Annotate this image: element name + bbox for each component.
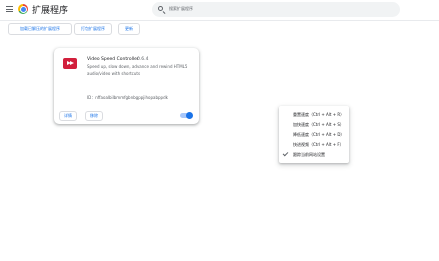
context-menu: 重置速度（Ctrl + Alt + R） 加快速度（Ctrl + Alt + S… (279, 106, 349, 163)
extension-version: 0.6.4 (137, 57, 149, 62)
extension-name: Video Speed Controller (87, 57, 139, 62)
search-input[interactable]: 搜索扩展程序 (152, 2, 400, 17)
menu-item-decrease-speed[interactable]: 降低速度（Ctrl + Alt + D） (279, 129, 349, 139)
search-placeholder: 搜索扩展程序 (169, 6, 193, 11)
load-unpacked-button[interactable]: 加载已解压的扩展程序 (8, 23, 72, 35)
extensions-page: 扩展程序 搜索扩展程序 加载已解压的扩展程序 打包扩展程序 更新 Video S… (0, 0, 439, 261)
header-divider (0, 20, 439, 21)
menu-item-track-site-settings[interactable]: 跟踪当前网站设置 (279, 149, 349, 159)
enable-toggle[interactable] (180, 111, 193, 119)
search-icon (158, 6, 163, 11)
page-title: 扩展程序 (32, 6, 69, 16)
pack-extension-button[interactable]: 打包扩展程序 (74, 23, 112, 35)
checkmark-icon (282, 150, 289, 157)
menu-item-reset-speed[interactable]: 重置速度（Ctrl + Alt + R） (279, 109, 349, 119)
extension-card: Video Speed Controller 0.6.4 Speed up, s… (54, 48, 199, 124)
extension-id: ID：nffaoalbilbmmfgbnbgppjihopabppdk (87, 95, 168, 100)
extension-description: Speed up, slow down, advance and rewind … (87, 64, 188, 76)
menu-item-increase-speed[interactable]: 加快速度（Ctrl + Alt + S） (279, 119, 349, 129)
menu-item-fast-forward[interactable]: 快进视频（Ctrl + Alt + F） (279, 139, 349, 149)
hamburger-menu-icon[interactable] (6, 6, 13, 12)
details-button[interactable]: 详情 (59, 111, 77, 121)
chrome-logo (18, 4, 28, 14)
remove-button[interactable]: 移除 (85, 111, 103, 121)
top-bar: 扩展程序 搜索扩展程序 (0, 0, 439, 20)
update-button[interactable]: 更新 (118, 23, 140, 35)
fast-forward-icon (63, 58, 77, 69)
